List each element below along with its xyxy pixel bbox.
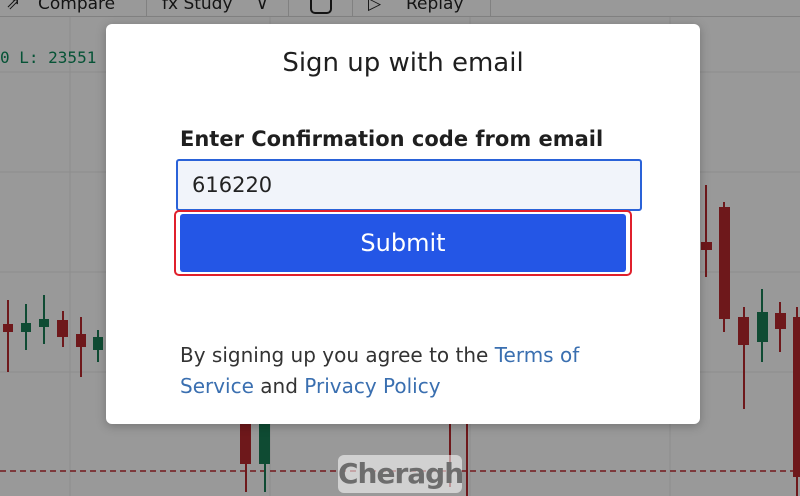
modal-title: Sign up with email [282,48,524,78]
terms-prefix: By signing up you agree to the [180,343,495,367]
terms-and: and [253,374,305,398]
signup-modal: Sign up with email Enter Confirmation co… [106,24,700,424]
terms-text: By signing up you agree to the Terms of … [180,340,650,402]
watermark-logo: Cheragh [338,455,464,493]
privacy-policy-link[interactable]: Privacy Policy [304,374,440,398]
submit-button[interactable]: Submit [180,214,626,272]
confirmation-code-label: Enter Confirmation code from email [180,127,604,151]
confirmation-code-input[interactable] [176,159,642,211]
